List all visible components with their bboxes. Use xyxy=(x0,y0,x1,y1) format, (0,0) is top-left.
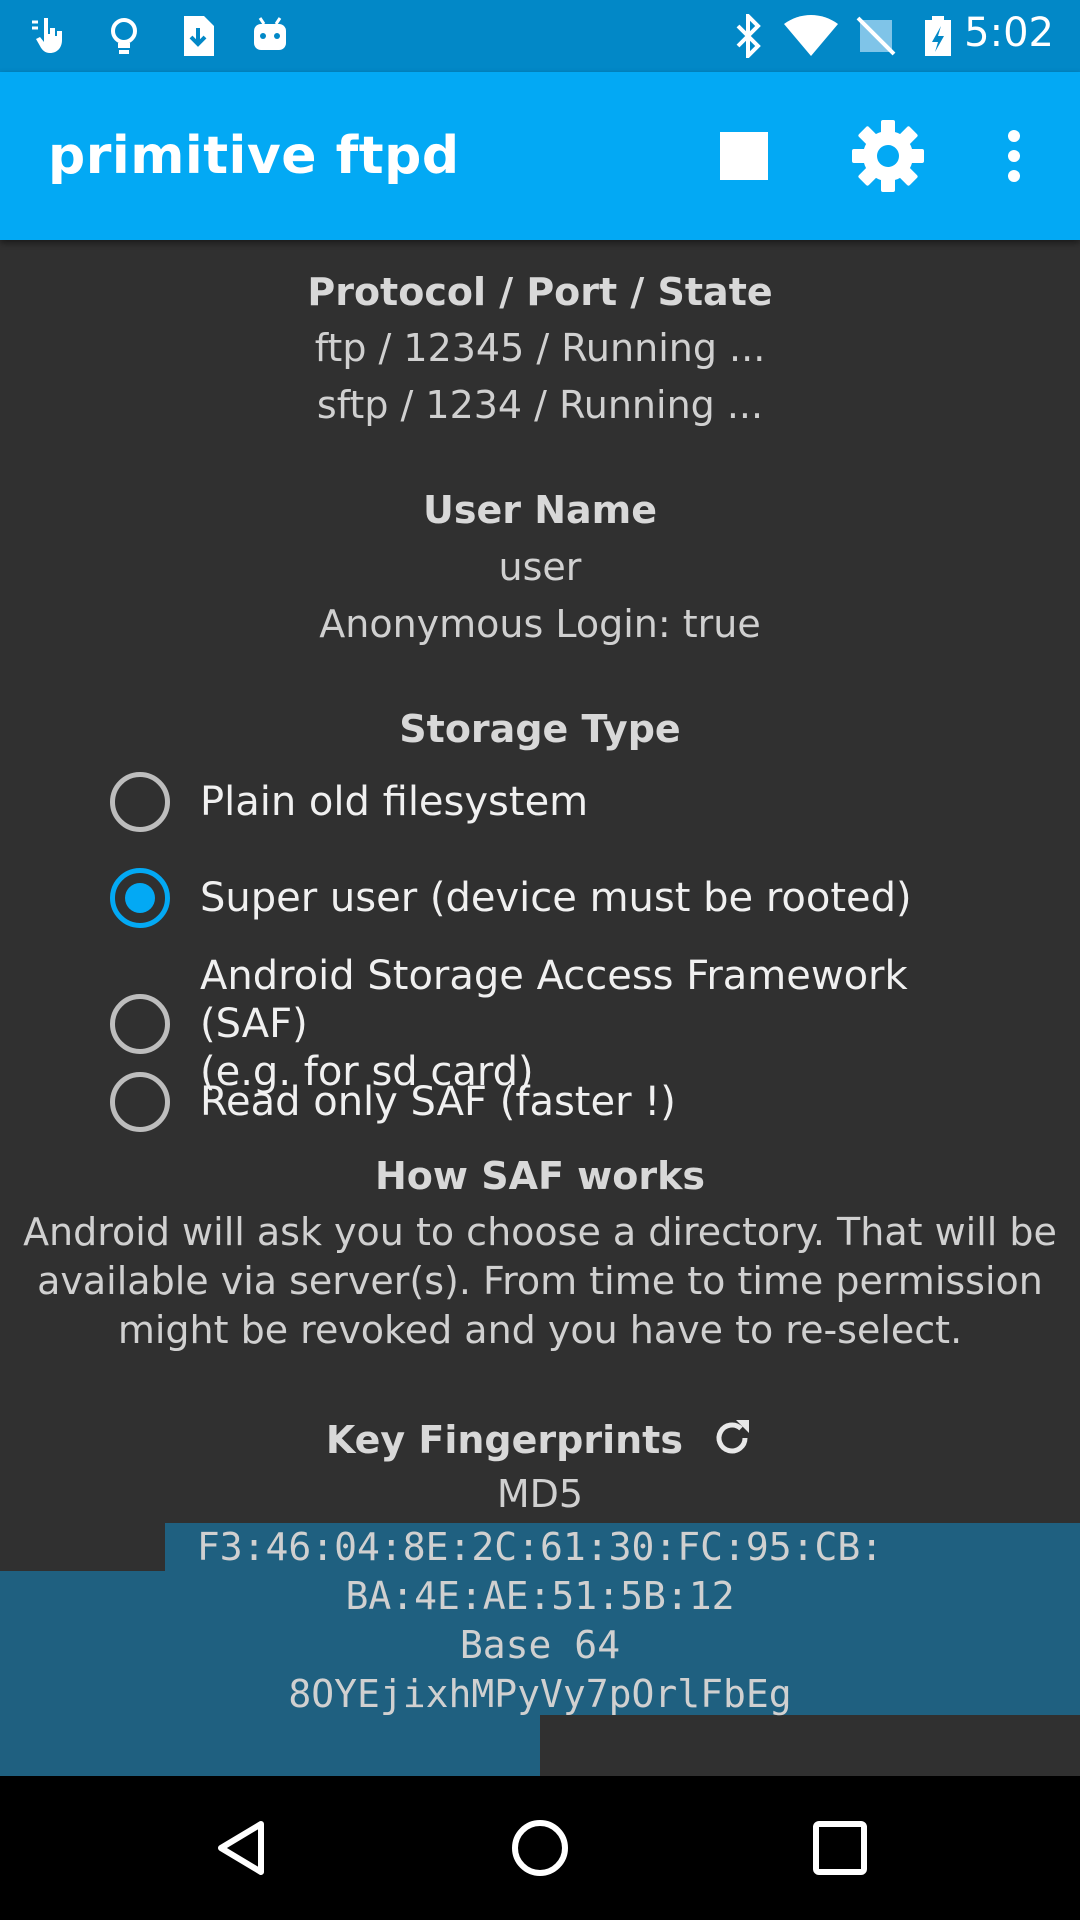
storage-option-readonly-saf[interactable]: Read only SAF (faster !) xyxy=(110,1072,1010,1132)
saf-description-line1: Android will ask you to choose a directo… xyxy=(23,1210,1057,1254)
saf-description-line3: might be revoked and you have to re-sele… xyxy=(117,1308,963,1352)
refresh-icon xyxy=(716,1420,750,1454)
fingerprints-heading: Key Fingerprints xyxy=(325,1418,683,1462)
no-sim-icon xyxy=(854,14,898,58)
file-download-icon xyxy=(176,14,220,58)
radio-label: Read only SAF (faster !) xyxy=(200,1079,676,1125)
base64-label: Base 64 xyxy=(459,1623,621,1667)
refresh-button[interactable] xyxy=(710,1416,754,1469)
base64-value: 8OYEjixhMPyVy7pOrlFbEg xyxy=(288,1672,792,1716)
settings-button[interactable] xyxy=(840,108,936,204)
home-icon xyxy=(512,1820,568,1876)
anonymous-login: Anonymous Login: true xyxy=(319,602,761,646)
app-title: primitive ftpd xyxy=(48,126,460,186)
storage-option-superuser[interactable]: Super user (device must be rooted) xyxy=(110,868,1010,928)
server-heading: Protocol / Port / State xyxy=(307,270,773,314)
battery-charging-icon xyxy=(916,14,960,58)
home-button[interactable] xyxy=(485,1800,595,1896)
touch-icon xyxy=(28,14,72,58)
app-bar: primitive ftpd xyxy=(0,72,1080,240)
lightbulb-icon xyxy=(102,14,146,58)
radio-label: Super user (device must be rooted) xyxy=(200,875,912,921)
ftp-status: ftp / 12345 / Running ... xyxy=(314,326,766,370)
fingerprint-text[interactable]: F3:46:04:8E:2C:61:30:FC:95:CB: BA:4E:AE:… xyxy=(0,1523,1080,1719)
android-icon xyxy=(248,14,292,58)
status-bar: 5:02 xyxy=(0,0,1080,72)
radio-label: Plain old filesystem xyxy=(200,779,589,825)
navigation-bar xyxy=(0,1776,1080,1920)
user-name: user xyxy=(498,545,582,589)
stop-button[interactable] xyxy=(696,108,792,204)
overflow-menu-button[interactable] xyxy=(966,108,1062,204)
stop-icon xyxy=(720,132,768,180)
saf-description-line2: available via server(s). From time to ti… xyxy=(37,1259,1043,1303)
recents-button[interactable] xyxy=(785,1800,895,1896)
saf-heading: How SAF works xyxy=(374,1154,706,1198)
md5-line2: BA:4E:AE:51:5B:12 xyxy=(345,1574,735,1618)
wifi-icon xyxy=(782,14,840,58)
fingerprints-heading-row: Key Fingerprints xyxy=(0,1416,1080,1469)
radio-button[interactable] xyxy=(110,772,170,832)
user-heading: User Name xyxy=(422,488,658,532)
overflow-menu-icon xyxy=(1008,130,1020,182)
selection-highlight xyxy=(0,1715,540,1776)
main-content: Protocol / Port / State ftp / 12345 / Ru… xyxy=(0,240,1080,1776)
back-icon xyxy=(218,1821,264,1875)
back-button[interactable] xyxy=(186,1800,296,1896)
radio-label-line1: Android Storage Access Framework (SAF) xyxy=(200,953,908,1047)
status-time: 5:02 xyxy=(964,10,1054,56)
md5-label: MD5 xyxy=(496,1472,584,1516)
sftp-status: sftp / 1234 / Running ... xyxy=(316,383,764,427)
storage-heading: Storage Type xyxy=(399,707,681,751)
bluetooth-icon xyxy=(726,14,770,58)
radio-button[interactable] xyxy=(110,1072,170,1132)
radio-button-checked[interactable] xyxy=(110,868,170,928)
settings-icon xyxy=(852,120,924,192)
radio-button[interactable] xyxy=(110,994,170,1054)
storage-option-plain[interactable]: Plain old filesystem xyxy=(110,772,1010,832)
md5-line1: F3:46:04:8E:2C:61:30:FC:95:CB: xyxy=(196,1525,884,1569)
recents-icon xyxy=(813,1821,867,1875)
